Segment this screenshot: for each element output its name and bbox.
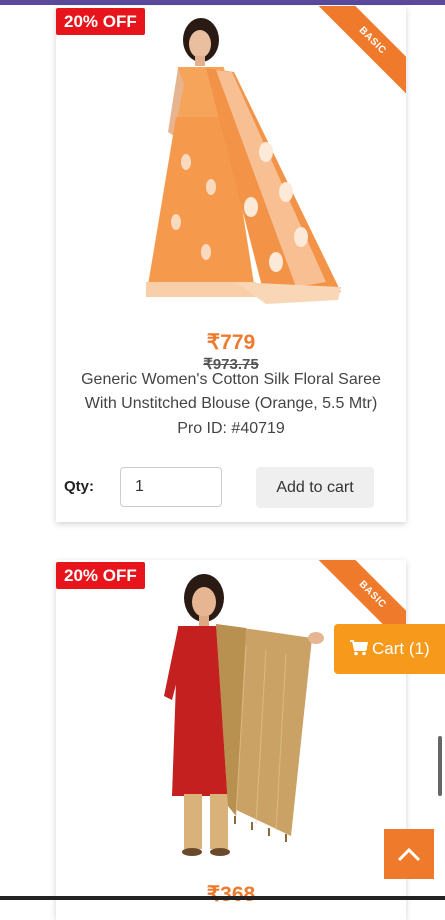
qty-label: Qty:: [64, 478, 94, 495]
product-id: Pro ID: #40719: [177, 420, 285, 437]
product-card: 20% OFF BASIC ₹779 ₹973.75 Generic Women…: [56, 6, 406, 522]
kurta-product-image[interactable]: [116, 566, 346, 866]
top-status-bar: [0, 0, 445, 5]
cart-label: Cart (1): [372, 639, 430, 658]
product-card: 20% OFF BASIC ₹368: [56, 560, 406, 920]
page-scrollbar[interactable]: [438, 736, 442, 796]
chevron-up-icon: [397, 847, 421, 862]
floating-cart-button[interactable]: Cart (1): [334, 624, 445, 674]
saree-product-image[interactable]: [116, 12, 346, 312]
product-price: ₹779: [206, 331, 256, 354]
scroll-to-top-button[interactable]: [384, 829, 434, 879]
add-to-cart-button[interactable]: Add to cart: [256, 467, 374, 508]
cart-icon: [350, 640, 369, 656]
product-price: ₹368: [206, 883, 256, 906]
product-title[interactable]: Generic Women's Cotton Silk Floral Saree…: [66, 368, 396, 416]
bottom-bar: [0, 896, 445, 900]
quantity-input[interactable]: 1: [120, 467, 222, 507]
